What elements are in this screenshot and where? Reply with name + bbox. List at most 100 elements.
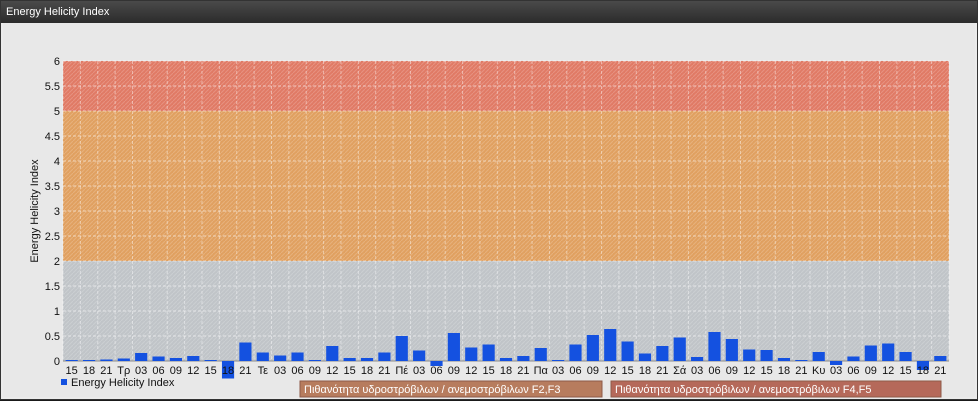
x-tick-label: 12: [882, 365, 894, 377]
x-tick-label: 18: [83, 365, 95, 377]
bar: [777, 358, 791, 361]
legend-label: Energy Helicity Index: [71, 377, 175, 389]
bar: [760, 350, 773, 361]
bar: [256, 352, 269, 361]
bar: [65, 360, 78, 361]
x-tick-label: 03: [552, 365, 564, 377]
x-tick-label: 12: [465, 365, 477, 377]
bar: [569, 344, 582, 361]
y-tick-label: 2: [54, 256, 60, 268]
bar: [308, 360, 321, 361]
y-tick-label: 3: [54, 206, 60, 218]
x-tick-label: 21: [656, 365, 668, 377]
x-tick-label: Σά: [673, 365, 687, 377]
y-tick-label: 6: [54, 56, 60, 68]
bar: [274, 355, 287, 361]
bar: [152, 356, 165, 361]
x-tick-label: 18: [361, 365, 373, 377]
x-tick-label: 21: [100, 365, 112, 377]
y-tick-label: 0.5: [45, 331, 60, 343]
x-tick-label: 09: [726, 365, 738, 377]
bar: [326, 346, 339, 361]
x-tick-label: Τρ: [117, 365, 130, 377]
x-tick-label: 12: [743, 365, 755, 377]
y-tick-label: 4: [54, 156, 60, 168]
x-tick-label: 09: [448, 365, 460, 377]
y-tick-label: 1: [54, 306, 60, 318]
x-tick-label: 15: [205, 365, 217, 377]
x-tick-label: 06: [708, 365, 720, 377]
bar: [239, 342, 252, 361]
bar: [725, 339, 738, 361]
bar: [413, 350, 426, 361]
x-tick-label: 21: [795, 365, 807, 377]
x-tick-label: 03: [830, 365, 842, 377]
bar: [204, 360, 217, 361]
x-tick-label: 03: [274, 365, 286, 377]
bar: [586, 335, 599, 361]
band-legend-label: Πιθανότητα υδροστρόβιλων / ανεμοστρόβιλω…: [615, 384, 872, 396]
x-tick-label: 21: [517, 365, 529, 377]
x-tick-label: 15: [621, 365, 633, 377]
bar: [135, 353, 148, 361]
bar: [378, 352, 391, 361]
x-tick-label: 09: [865, 365, 877, 377]
x-tick-label: 15: [760, 365, 772, 377]
x-tick-label: 15: [483, 365, 495, 377]
x-tick-label: 06: [569, 365, 581, 377]
bar: [395, 336, 408, 361]
x-tick-label: 18: [222, 365, 234, 377]
x-tick-label: 03: [413, 365, 425, 377]
x-tick-label: 03: [135, 365, 147, 377]
bar: [847, 356, 860, 361]
bar: [812, 352, 825, 361]
bar: [343, 358, 356, 361]
x-tick-label: 21: [934, 365, 946, 377]
x-tick-label: 12: [326, 365, 338, 377]
x-tick-label: 18: [500, 365, 512, 377]
bar: [656, 346, 669, 361]
x-tick-label: 18: [639, 365, 651, 377]
bar: [934, 356, 947, 361]
y-tick-label: 0: [54, 356, 60, 368]
y-tick-label: 5: [54, 106, 60, 118]
bar: [291, 352, 304, 361]
bar: [482, 344, 495, 361]
bar: [621, 341, 634, 361]
x-tick-label: 03: [691, 365, 703, 377]
y-axis-label: Energy Helicity Index: [29, 159, 41, 263]
legend-swatch: [61, 379, 67, 385]
bar: [708, 332, 721, 361]
x-tick-label: 12: [187, 365, 199, 377]
bar: [899, 352, 912, 361]
x-tick-label: Κυ: [812, 365, 825, 377]
x-tick-label: 06: [152, 365, 164, 377]
y-tick-label: 3.5: [45, 181, 60, 193]
bar: [534, 348, 547, 361]
bar: [638, 353, 652, 361]
y-tick-label: 5.5: [45, 81, 60, 93]
x-tick-label: 06: [430, 365, 442, 377]
x-tick-label: 18: [917, 365, 929, 377]
bar: [691, 357, 704, 361]
x-tick-label: 21: [239, 365, 251, 377]
bar: [117, 358, 130, 361]
y-tick-label: 2.5: [45, 231, 60, 243]
bar: [882, 343, 895, 361]
x-tick-label: 15: [899, 365, 911, 377]
x-tick-label: Πέ: [395, 365, 408, 377]
x-tick-label: 15: [344, 365, 356, 377]
x-tick-label: 06: [291, 365, 303, 377]
bar: [795, 360, 808, 361]
bar: [604, 329, 617, 361]
x-tick-label: 09: [587, 365, 599, 377]
bar: [743, 349, 756, 361]
band-legend-label: Πιθανότητα υδροστρόβιλων / ανεμοστρόβιλω…: [304, 384, 561, 396]
x-tick-label: Πα: [534, 365, 549, 377]
bar: [447, 333, 460, 361]
bar: [169, 358, 183, 361]
bar: [100, 359, 113, 361]
x-tick-label: 09: [309, 365, 321, 377]
bar: [552, 360, 565, 361]
x-tick-label: Τε: [258, 365, 269, 377]
